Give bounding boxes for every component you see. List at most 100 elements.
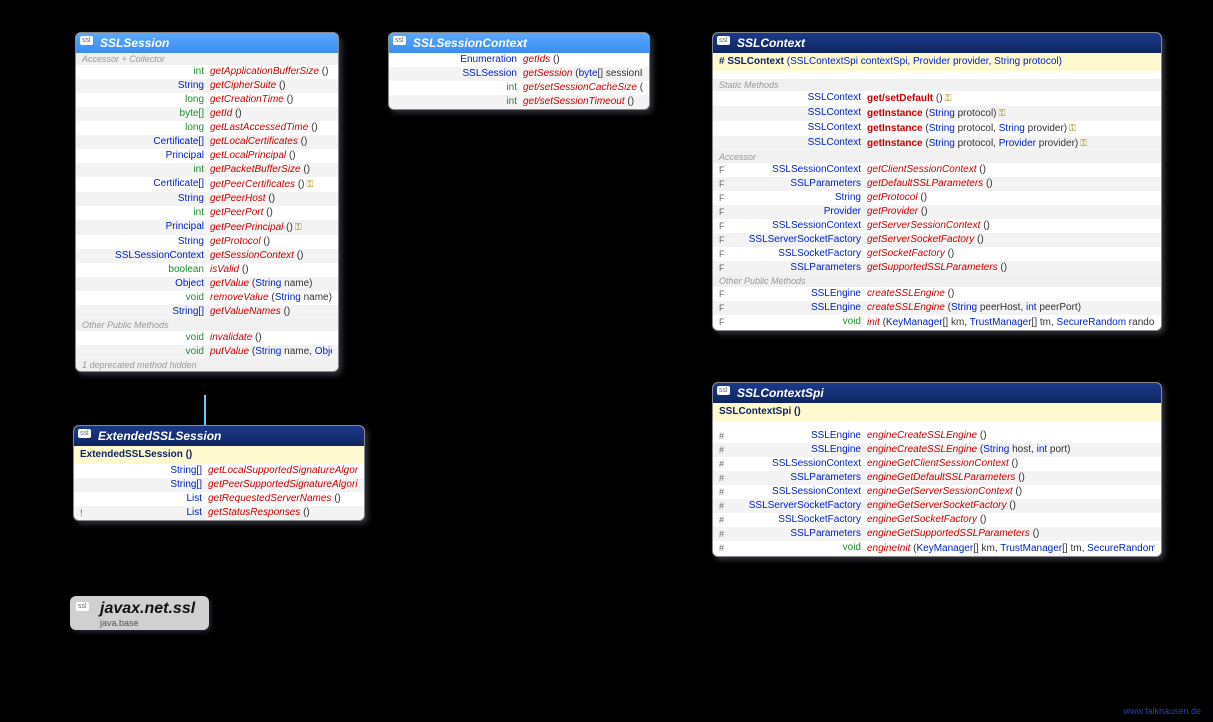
modifier-marker [82, 206, 92, 220]
modifier-marker: # [719, 429, 729, 443]
return-type: SSLSessionContext [729, 163, 867, 177]
modifier-marker [719, 121, 729, 136]
method-name: getSession (byte[] sessionId) [523, 67, 643, 81]
return-type: void [92, 291, 210, 305]
method-row: longgetLastAccessedTime () [76, 121, 338, 135]
method-name: getSocketFactory () [867, 247, 1155, 261]
method-name: getInstance (String protocol, String pro… [867, 121, 1155, 136]
modifier-marker: F [719, 301, 729, 315]
modifier-marker [80, 464, 90, 478]
method-name: getValueNames () [210, 305, 332, 319]
lock-icon: ⚿ [1069, 123, 1076, 133]
return-type: String[] [92, 305, 210, 319]
method-row: intget/setSessionTimeout () [389, 95, 649, 109]
return-type: SSLServerSocketFactory [729, 233, 867, 247]
watermark: www.falkhausen.de [1123, 706, 1201, 716]
return-type: SSLSocketFactory [729, 247, 867, 261]
method-name: get/setSessionTimeout () [523, 95, 643, 109]
method-row: ListgetRequestedServerNames () [74, 492, 364, 506]
return-type: void [729, 541, 867, 556]
method-name: getServerSessionContext () [867, 219, 1155, 233]
package-name: javax.net.ssl [100, 600, 195, 618]
method-name: getCipherSuite () [210, 79, 332, 93]
method-row: StringgetCipherSuite () [76, 79, 338, 93]
return-type: Principal [92, 220, 210, 235]
method-row: FSSLSocketFactorygetSocketFactory () [713, 247, 1161, 261]
lock-icon: ⚿ [295, 222, 302, 232]
method-name: getPacketBufferSize () [210, 163, 332, 177]
return-type: String[] [90, 478, 208, 492]
method-row: byte[]getId () [76, 107, 338, 121]
method-name: getLastAccessedTime () [210, 121, 332, 135]
method-name: invalidate () [210, 331, 332, 345]
modifier-marker [82, 305, 92, 319]
constructor: SSLContextSpi () [713, 403, 1161, 421]
method-name: getLocalCertificates () [210, 135, 332, 149]
return-type: String[] [90, 464, 208, 478]
modifier-marker [719, 91, 729, 106]
modifier-marker [82, 93, 92, 107]
return-type: int [92, 206, 210, 220]
modifier-marker: F [719, 205, 729, 219]
modifier-marker [82, 65, 92, 79]
modifier-marker [82, 331, 92, 345]
method-row: StringgetPeerHost () [76, 192, 338, 206]
return-type: int [92, 65, 210, 79]
modifier-marker [82, 79, 92, 93]
method-name: getServerSocketFactory () [867, 233, 1155, 247]
method-name: getProtocol () [210, 235, 332, 249]
method-name: getId () [210, 107, 332, 121]
method-name: getLocalPrincipal () [210, 149, 332, 163]
method-name: init (KeyManager[] km, TrustManager[] tm… [867, 315, 1155, 330]
method-name: getInstance (String protocol, Provider p… [867, 136, 1155, 151]
modifier-marker: F [719, 177, 729, 191]
method-row: FStringgetProtocol () [713, 191, 1161, 205]
method-name: getProvider () [867, 205, 1155, 219]
method-row: #SSLParametersengineGetSupportedSSLParam… [713, 527, 1161, 541]
method-row: voidputValue (String name, Object value) [76, 345, 338, 359]
constructor: ExtendedSSLSession () [74, 446, 364, 464]
return-type: SSLContext [729, 136, 867, 151]
method-name: engineGetServerSessionContext () [867, 485, 1155, 499]
modifier-marker [82, 107, 92, 121]
method-name: getPeerPort () [210, 206, 332, 220]
method-row: FSSLEnginecreateSSLEngine () [713, 287, 1161, 301]
modifier-marker: F [719, 315, 729, 330]
method-name: removeValue (String name) [210, 291, 332, 305]
method-row: voidremoveValue (String name) [76, 291, 338, 305]
method-name: getPeerCertificates ()⚿ [210, 177, 332, 192]
method-name: engineInit (KeyManager[] km, TrustManage… [867, 541, 1155, 556]
modifier-marker: F [719, 163, 729, 177]
method-name: engineGetSupportedSSLParameters () [867, 527, 1155, 541]
section-label: Other Public Methods [713, 275, 1161, 287]
modifier-marker [82, 192, 92, 206]
return-type: SSLSessionContext [92, 249, 210, 263]
method-name: getDefaultSSLParameters () [867, 177, 1155, 191]
section-label: Accessor [713, 151, 1161, 163]
method-name: engineCreateSSLEngine () [867, 429, 1155, 443]
class-sslsessioncontext: SSLSessionContext EnumerationgetIds ()SS… [388, 32, 650, 110]
return-type: byte[] [92, 107, 210, 121]
method-name: getProtocol () [867, 191, 1155, 205]
section-label: Static Methods [713, 79, 1161, 91]
modifier-marker: # [719, 443, 729, 457]
package-module: java.base [100, 618, 195, 628]
constructor-name: # SSLContext [719, 55, 784, 69]
method-row: String[]getPeerSupportedSignatureAlgorit… [74, 478, 364, 492]
return-type: boolean [92, 263, 210, 277]
class-title: SSLSession [76, 33, 338, 53]
method-name: getSupportedSSLParameters () [867, 261, 1155, 275]
return-type: SSLSocketFactory [729, 513, 867, 527]
return-type: SSLParameters [729, 527, 867, 541]
modifier-marker: # [719, 541, 729, 556]
class-title: SSLContextSpi [713, 383, 1161, 403]
return-type: SSLContext [729, 91, 867, 106]
modifier-marker [82, 345, 92, 359]
method-row: FSSLSessionContextgetServerSessionContex… [713, 219, 1161, 233]
method-name: engineGetDefaultSSLParameters () [867, 471, 1155, 485]
method-row: #SSLEngineengineCreateSSLEngine (String … [713, 443, 1161, 457]
method-name: engineGetClientSessionContext () [867, 457, 1155, 471]
return-type: Provider [729, 205, 867, 219]
return-type: String [92, 79, 210, 93]
package-box: javax.net.ssl java.base [70, 596, 209, 630]
